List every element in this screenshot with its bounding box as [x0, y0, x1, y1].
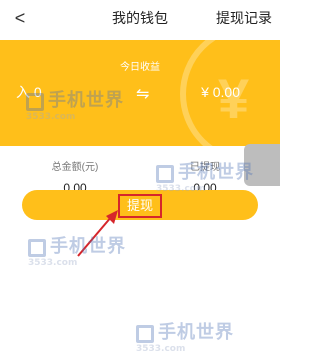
today-earnings-label: 今日收益 — [120, 62, 160, 73]
total-amount-label: 总金额(元) — [51, 162, 99, 173]
exchange-icon: ⇋ — [136, 86, 150, 103]
watermark-logo-icon — [136, 324, 154, 343]
watermark: 手机世界 3533.com — [26, 90, 124, 122]
watermark: 手机世界 3533.com — [136, 322, 234, 354]
watermark: 手机世界 3533.com — [156, 162, 254, 194]
cash-value: ¥ 0.00 — [201, 84, 240, 100]
watermark-logo-icon — [26, 92, 44, 111]
withdraw-records-link[interactable]: 提现记录 — [216, 8, 272, 28]
watermark-logo-icon — [156, 164, 174, 183]
watermark: 手机世界 3533.com — [28, 236, 126, 268]
withdraw-button-label: 提现 — [118, 194, 162, 218]
watermark-logo-icon — [28, 238, 46, 257]
top-nav: < 我的钱包 提现记录 — [0, 0, 280, 36]
withdraw-button[interactable]: 提现 — [22, 190, 258, 220]
